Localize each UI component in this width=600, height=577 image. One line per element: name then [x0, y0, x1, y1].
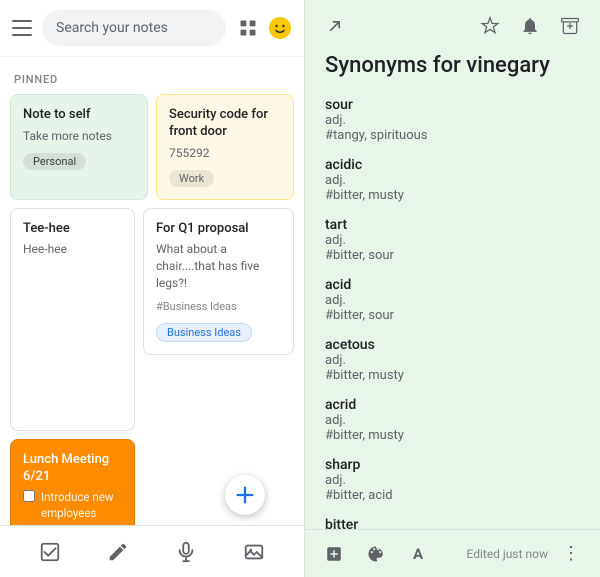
- synonym-entry: acetous adj. #bitter, musty: [325, 337, 580, 383]
- pinned-section-label: Pinned: [10, 67, 294, 94]
- synonym-word: bitter: [325, 517, 580, 529]
- synonym-pos: adj.: [325, 173, 580, 188]
- note-to-self-body: Take more notes: [23, 128, 135, 145]
- remind-icon[interactable]: [514, 10, 546, 42]
- top-bar-icons: [236, 16, 292, 40]
- more-options-icon[interactable]: ⋮: [556, 539, 586, 569]
- checkbox-icon[interactable]: [32, 534, 68, 570]
- note-to-self[interactable]: Note to self Take more notes Personal: [10, 94, 148, 200]
- top-bar: Search your notes: [0, 0, 304, 57]
- archive-icon[interactable]: [554, 10, 586, 42]
- checklist-item-text: Go over latest stats: [41, 524, 122, 525]
- synonym-word: tart: [325, 217, 580, 233]
- note-to-self-tag: Personal: [23, 153, 86, 170]
- synonym-word: sharp: [325, 457, 580, 473]
- color-palette-icon[interactable]: [361, 539, 391, 569]
- synonym-entry: sharp adj. #bitter, acid: [325, 457, 580, 503]
- synonym-pos: adj.: [325, 233, 580, 248]
- q1-proposal-note[interactable]: For Q1 proposal What about a chair....th…: [143, 208, 294, 355]
- security-code-title: Security code for front door: [169, 107, 281, 141]
- q1-proposal-tag: Business Ideas: [156, 323, 252, 342]
- synonym-tags: #bitter, musty: [325, 188, 580, 203]
- synonym-entry: acidic adj. #bitter, musty: [325, 157, 580, 203]
- pin-icon[interactable]: [474, 10, 506, 42]
- synonym-word: acid: [325, 277, 580, 293]
- note-bottom-actions: A: [319, 539, 433, 569]
- tee-hee-title: Tee-hee: [23, 221, 122, 238]
- synonym-pos: adj.: [325, 353, 580, 368]
- synonym-entry: acid adj. #bitter, sour: [325, 277, 580, 323]
- checklist-checkbox[interactable]: [23, 490, 35, 502]
- synonym-tags: #tangy, spirituous: [325, 128, 580, 143]
- q1-proposal-body: What about a chair....that has five legs…: [156, 241, 281, 291]
- synonym-entry: sour adj. #tangy, spirituous: [325, 97, 580, 143]
- notes-list: Pinned Note to self Take more notes Pers…: [0, 57, 304, 525]
- synonym-pos: adj.: [325, 473, 580, 488]
- synonym-word: acidic: [325, 157, 580, 173]
- synonym-tags: #bitter, musty: [325, 368, 580, 383]
- search-bar[interactable]: Search your notes: [42, 10, 226, 46]
- synonym-tags: #bitter, acid: [325, 488, 580, 503]
- search-placeholder: Search your notes: [56, 20, 168, 36]
- note-action-icons: [474, 10, 586, 42]
- q1-proposal-title: For Q1 proposal: [156, 221, 281, 238]
- bottom-toolbar: [0, 525, 304, 577]
- security-code-body: 755292: [169, 145, 281, 162]
- synonyms-list: sour adj. #tangy, spirituous acidic adj.…: [325, 97, 580, 529]
- lunch-meeting-title: Lunch Meeting 6/21: [23, 452, 122, 486]
- note-bottom-bar: A Edited just now ⋮: [305, 529, 600, 577]
- note-content[interactable]: Synonyms for vinegary sour adj. #tangy, …: [305, 52, 600, 529]
- pinned-notes-row1: Note to self Take more notes Personal Se…: [10, 94, 294, 200]
- synonym-tags: #bitter, sour: [325, 248, 580, 263]
- note-to-self-title: Note to self: [23, 107, 135, 124]
- add-item-icon[interactable]: [319, 539, 349, 569]
- synonym-pos: adj.: [325, 413, 580, 428]
- lunch-meeting-note[interactable]: Lunch Meeting 6/21 Introduce new employe…: [10, 439, 135, 525]
- synonym-word: sour: [325, 97, 580, 113]
- synonym-word: acrid: [325, 397, 580, 413]
- image-icon[interactable]: [236, 534, 272, 570]
- account-icon[interactable]: [268, 16, 292, 40]
- right-panel: Synonyms for vinegary sour adj. #tangy, …: [305, 0, 600, 577]
- tee-hee-note[interactable]: Tee-hee Hee-hee: [10, 208, 135, 431]
- synonym-entry: acrid adj. #bitter, musty: [325, 397, 580, 443]
- synonym-entry: bitter adj. #sharp, musty: [325, 517, 580, 529]
- security-code-note[interactable]: Security code for front door 755292 Work: [156, 94, 294, 200]
- text-format-label: A: [413, 545, 423, 563]
- text-format-icon[interactable]: A: [403, 539, 433, 569]
- lunch-meeting-checklist: Introduce new employees Go over latest st…: [23, 489, 122, 525]
- synonym-entry: tart adj. #bitter, sour: [325, 217, 580, 263]
- synonym-pos: adj.: [325, 113, 580, 128]
- expand-icon[interactable]: [319, 10, 351, 42]
- grid-view-icon[interactable]: [236, 16, 260, 40]
- active-note-title: Synonyms for vinegary: [325, 52, 580, 81]
- q1-proposal-hashtag: #Business Ideas: [156, 300, 281, 313]
- new-note-fab[interactable]: [225, 475, 265, 515]
- synonym-tags: #bitter, sour: [325, 308, 580, 323]
- checklist-item: Go over latest stats: [23, 524, 122, 525]
- edit-icon[interactable]: [100, 534, 136, 570]
- edited-timestamp: Edited just now: [467, 547, 549, 561]
- checklist-item: Introduce new employees: [23, 489, 122, 521]
- synonym-tags: #bitter, musty: [325, 428, 580, 443]
- synonym-word: acetous: [325, 337, 580, 353]
- mic-icon[interactable]: [168, 534, 204, 570]
- menu-button[interactable]: [12, 20, 32, 36]
- security-code-tag: Work: [169, 170, 214, 187]
- checklist-item-text: Introduce new employees: [41, 489, 122, 521]
- synonym-pos: adj.: [325, 293, 580, 308]
- tee-hee-body: Hee-hee: [23, 241, 122, 258]
- note-toolbar: [305, 0, 600, 52]
